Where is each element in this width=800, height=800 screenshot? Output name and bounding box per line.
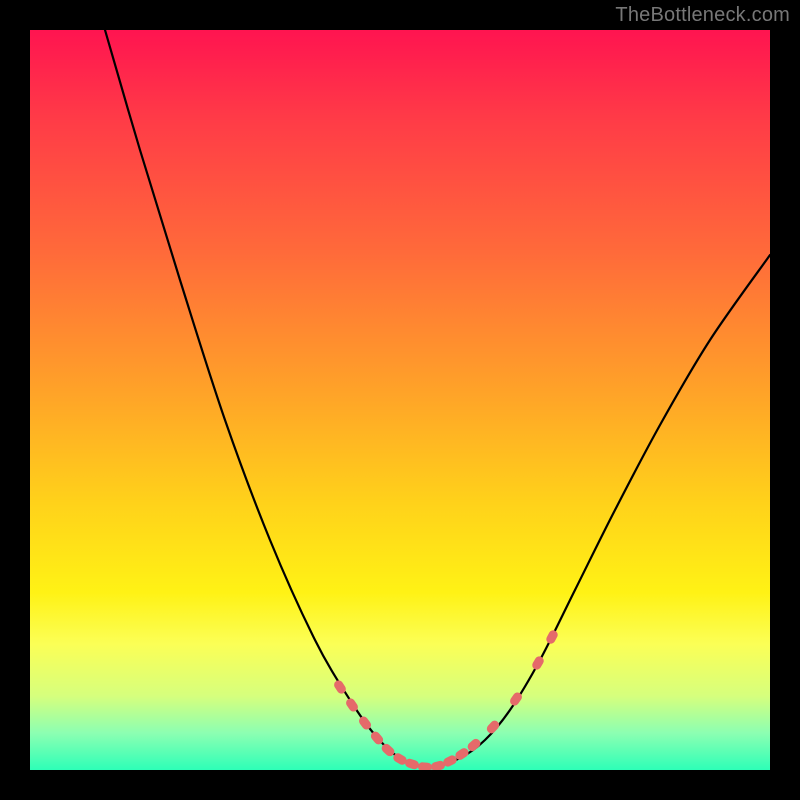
curve-markers xyxy=(332,629,559,770)
plot-area xyxy=(30,30,770,770)
curve-marker xyxy=(466,737,482,753)
curve-marker xyxy=(545,629,560,646)
bottleneck-curve xyxy=(105,30,770,767)
curve-marker xyxy=(531,655,546,672)
chart-frame: TheBottleneck.com xyxy=(0,0,800,800)
watermark-text: TheBottleneck.com xyxy=(615,4,790,27)
curve-marker xyxy=(418,762,433,770)
curve-svg xyxy=(30,30,770,770)
curve-marker xyxy=(485,719,501,735)
